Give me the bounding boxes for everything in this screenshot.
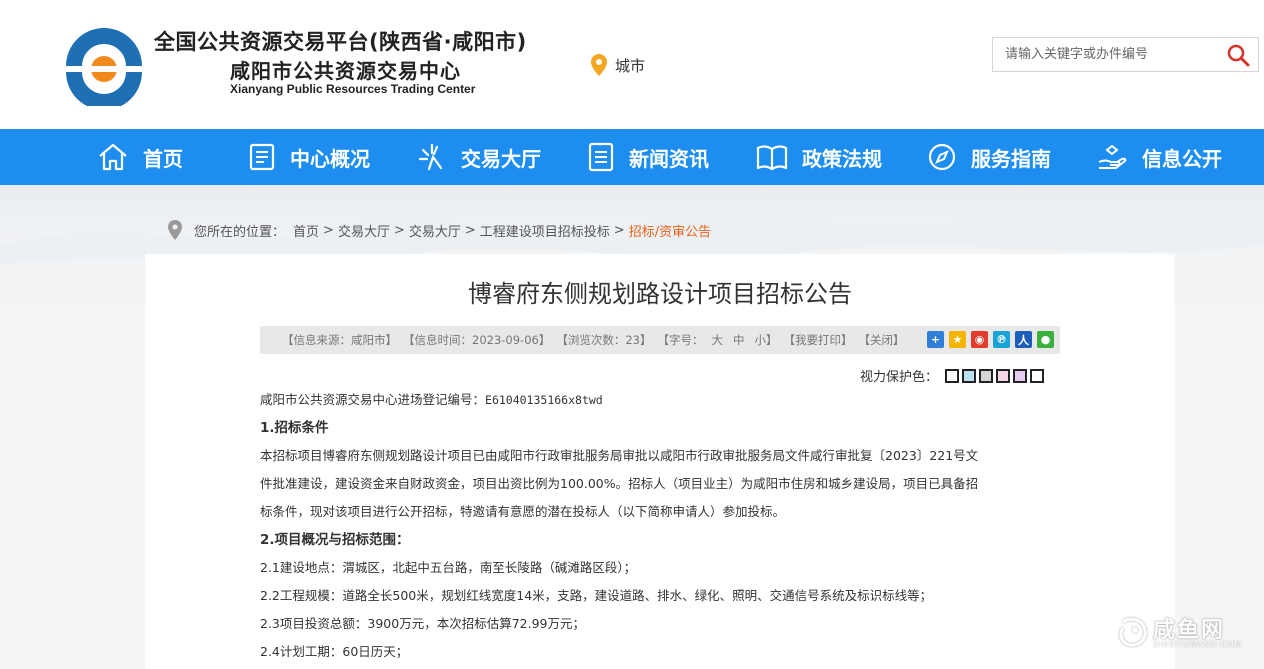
share-tencent-icon[interactable]: ℗ bbox=[993, 331, 1010, 348]
vision-swatch-pink[interactable] bbox=[996, 368, 1011, 383]
article-info-bar: 【信息来源：咸阳市】 【信息时间：2023-09-06】 【浏览次数：23】 【… bbox=[260, 326, 1060, 354]
paragraph-line: 2.4计划工期：60日历天； bbox=[260, 644, 409, 659]
compass-icon bbox=[928, 143, 956, 171]
breadcrumb-link-home[interactable]: 首页 bbox=[293, 221, 319, 240]
breadcrumb-separator: > bbox=[393, 222, 405, 238]
share-wechat-icon[interactable]: ● bbox=[1037, 331, 1054, 348]
breadcrumb-link-trading-hall[interactable]: 交易大厅 bbox=[338, 221, 390, 240]
info-font-size-lead: 【字号： bbox=[657, 333, 704, 347]
watermark-subtext: XIANYUWANG.COM bbox=[1153, 640, 1243, 649]
section-heading: 2.项目概况与招标范围： bbox=[260, 532, 410, 548]
breadcrumb-lead: 您所在的位置： bbox=[194, 224, 286, 240]
site-title-english: Xianyang Public Resources Trading Center bbox=[230, 82, 476, 96]
vision-label: 视力保护色： bbox=[860, 370, 939, 385]
vision-swatch-white[interactable] bbox=[945, 368, 960, 383]
site-title-line1: 全国公共资源交易平台(陕西省·咸阳市) bbox=[154, 30, 527, 54]
nav-item-info-disclosure[interactable]: 信息公开 bbox=[1096, 129, 1222, 185]
site-title-line2: 咸阳市公共资源交易中心 bbox=[230, 59, 461, 83]
city-label: 城市 bbox=[615, 56, 646, 75]
share-renren-icon[interactable]: 人 bbox=[1015, 331, 1032, 348]
sparkle-icon bbox=[418, 143, 443, 171]
breadcrumb-separator: > bbox=[323, 222, 334, 238]
share-more-icon[interactable]: + bbox=[927, 331, 944, 348]
breadcrumb-separator: > bbox=[464, 222, 476, 238]
print-link[interactable]: 【我要打印】 bbox=[783, 332, 852, 348]
paragraph-line: 2.3项目投资总额：3900万元，本次招标估算72.99万元； bbox=[260, 616, 585, 631]
font-size-medium-link[interactable]: 中 bbox=[733, 332, 745, 348]
close-link[interactable]: 【关闭】 bbox=[858, 332, 904, 348]
info-time: 【信息时间：2023-09-06】 bbox=[403, 333, 551, 347]
font-size-large-link[interactable]: 大 bbox=[711, 332, 723, 348]
share-icons: + ★ ◉ ℗ 人 ● bbox=[927, 331, 1054, 348]
breadcrumb-separator: > bbox=[613, 222, 625, 238]
registration-line: 咸阳市公共资源交易中心进场登记编号：E61040135166x8twd bbox=[260, 386, 1060, 414]
nav-item-policy[interactable]: 政策法规 bbox=[756, 129, 882, 185]
vision-protection-colors: 视力保护色： bbox=[860, 366, 1045, 385]
article-body: 咸阳市公共资源交易中心进场登记编号：E61040135166x8twd 1.招标… bbox=[260, 386, 1060, 666]
location-pin-icon bbox=[591, 54, 607, 76]
section-heading: 1.招标条件 bbox=[260, 420, 329, 436]
nav-label: 服务指南 bbox=[971, 146, 1051, 171]
paragraph-line: 件批准建设，建设资金来自财政资金，项目出资比例为100.00%。招标人（项目业主… bbox=[260, 476, 979, 491]
main-nav: 首页 中心概况 交易大厅 新闻资讯 政策法规 服务指南 信息公开 bbox=[0, 129, 1264, 185]
nav-label: 信息公开 bbox=[1142, 146, 1222, 171]
info-views: 【浏览次数：23】 bbox=[556, 333, 652, 347]
site-header: 全国公共资源交易平台(陕西省·咸阳市) 咸阳市公共资源交易中心 Xianyang… bbox=[0, 0, 1264, 129]
nav-label: 交易大厅 bbox=[461, 146, 541, 171]
paragraph-line: 标条件，现对该项目进行公开招标，特邀请有意愿的潜在投标人（以下简称申请人）参加投… bbox=[260, 504, 786, 519]
font-size-small-link[interactable]: 小】 bbox=[754, 332, 777, 348]
breadcrumb-current[interactable]: 招标/资审公告 bbox=[629, 221, 711, 240]
vision-swatch-purple[interactable] bbox=[1013, 368, 1028, 383]
paragraph-line: 2.1建设地点：渭城区，北起中五台路，南至长陵路（碱滩路区段）； bbox=[260, 560, 637, 575]
paragraph-line: 本招标项目博睿府东侧规划路设计项目已由咸阳市行政审批服务局审批以咸阳市行政审批服… bbox=[260, 448, 979, 463]
vision-swatch-default[interactable] bbox=[1030, 368, 1045, 383]
nav-item-service-guide[interactable]: 服务指南 bbox=[927, 129, 1051, 185]
info-source: 【信息来源：咸阳市】 bbox=[282, 333, 397, 347]
nav-item-trading-hall[interactable]: 交易大厅 bbox=[417, 129, 541, 185]
search-box bbox=[992, 37, 1259, 72]
vision-swatch-blue[interactable] bbox=[962, 368, 977, 383]
site-logo[interactable] bbox=[58, 20, 150, 106]
nav-label: 新闻资讯 bbox=[629, 146, 709, 171]
breadcrumb-link-engineering[interactable]: 工程建设项目招标投标 bbox=[480, 221, 610, 240]
book-icon bbox=[756, 145, 788, 171]
share-qzone-icon[interactable]: ★ bbox=[949, 331, 966, 348]
article-title: 博睿府东侧规划路设计项目招标公告 bbox=[468, 280, 852, 308]
nav-label: 政策法规 bbox=[802, 146, 882, 171]
nav-item-home[interactable]: 首页 bbox=[97, 129, 183, 185]
location-pin-icon bbox=[168, 220, 182, 240]
fish-logo-icon bbox=[1119, 617, 1147, 647]
search-input[interactable] bbox=[993, 38, 1213, 71]
watermark: 咸鱼网 XIANYUWANG.COM bbox=[1117, 610, 1257, 660]
breadcrumb: 您所在的位置： 首页 > 交易大厅 > 交易大厅 > 工程建设项目招标投标 > … bbox=[168, 220, 711, 240]
article-card: 博睿府东侧规划路设计项目招标公告 【信息来源：咸阳市】 【信息时间：2023-0… bbox=[145, 254, 1175, 669]
document-icon bbox=[249, 143, 275, 171]
registration-number: E61040135166x8twd bbox=[485, 393, 603, 407]
search-icon[interactable] bbox=[1226, 43, 1250, 67]
nav-label: 中心概况 bbox=[290, 146, 370, 171]
list-icon bbox=[588, 142, 614, 172]
breadcrumb-link-trading-hall-2[interactable]: 交易大厅 bbox=[409, 221, 461, 240]
paragraph-line: 2.2工程规模：道路全长500米，规划红线宽度14米，支路，建设道路、排水、绿化… bbox=[260, 588, 933, 603]
nav-label: 首页 bbox=[143, 146, 183, 171]
vision-swatch-gray[interactable] bbox=[979, 368, 994, 383]
share-weibo-icon[interactable]: ◉ bbox=[971, 331, 988, 348]
registration-prefix: 咸阳市公共资源交易中心进场登记编号： bbox=[260, 392, 486, 407]
city-selector[interactable]: 城市 bbox=[591, 54, 645, 76]
nav-item-overview[interactable]: 中心概况 bbox=[248, 129, 370, 185]
nav-item-news[interactable]: 新闻资讯 bbox=[587, 129, 709, 185]
home-icon bbox=[99, 143, 127, 171]
hand-icon bbox=[1098, 144, 1127, 169]
